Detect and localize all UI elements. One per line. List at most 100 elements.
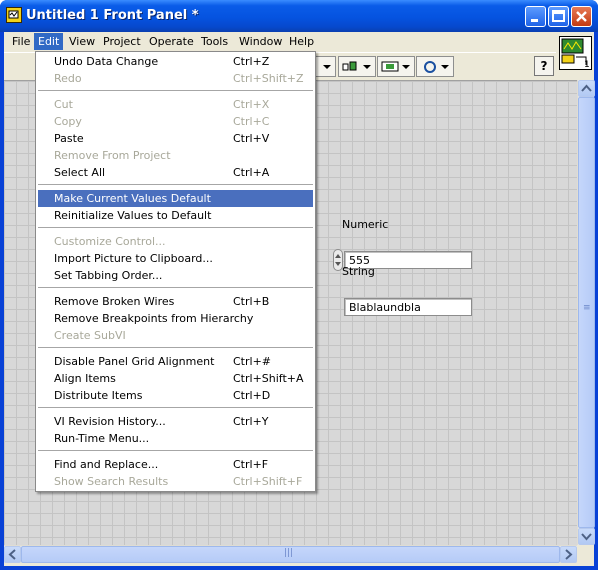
menu-item-label: Disable Panel Grid Alignment — [54, 355, 215, 368]
grip-icon: ||| — [284, 548, 294, 558]
minimize-button[interactable] — [525, 6, 546, 27]
menu-item-undo[interactable]: Undo Data Change Ctrl+Z — [38, 53, 313, 70]
menu-item-shortcut: Ctrl+# — [233, 355, 272, 368]
menu-separator — [38, 450, 313, 451]
string-control[interactable]: Blablaundbla — [344, 298, 472, 316]
menu-item-shortcut: Ctrl+Y — [233, 415, 269, 428]
menu-item-reinitialize-values[interactable]: Reinitialize Values to Default — [38, 207, 313, 224]
window-title: Untitled 1 Front Panel * — [26, 8, 199, 23]
menu-item-disable-grid-alignment[interactable]: Disable Panel Grid Alignment Ctrl+# — [38, 353, 313, 370]
menu-item-label: Create SubVI — [54, 329, 126, 342]
menu-item-shortcut: Ctrl+Z — [233, 55, 270, 68]
menu-item-paste[interactable]: Paste Ctrl+V — [38, 130, 313, 147]
menu-item-label: Paste — [54, 132, 84, 145]
menu-tools[interactable]: Tools — [197, 33, 232, 50]
menu-item-shortcut: Ctrl+Shift+Z — [233, 72, 304, 85]
menu-item-redo[interactable]: Redo Ctrl+Shift+Z — [38, 70, 313, 87]
title-bar[interactable]: Untitled 1 Front Panel * — [0, 0, 598, 32]
vertical-scroll-thumb[interactable]: ≡ — [578, 97, 595, 528]
menu-item-shortcut: Ctrl+F — [233, 458, 269, 471]
scroll-left-button[interactable] — [4, 546, 21, 563]
menu-item-label: Customize Control... — [54, 235, 166, 248]
menu-file[interactable]: File — [8, 33, 34, 50]
menu-item-customize-control[interactable]: Customize Control... — [38, 233, 313, 250]
menu-separator — [38, 347, 313, 348]
menu-separator — [38, 407, 313, 408]
menu-item-remove-breakpoints[interactable]: Remove Breakpoints from Hierarchy — [38, 310, 313, 327]
menu-item-shortcut: Ctrl+C — [233, 115, 270, 128]
distribute-objects-button[interactable] — [338, 56, 376, 77]
numeric-label: Numeric — [342, 218, 389, 231]
vi-icon: 1 — [561, 38, 590, 69]
maximize-icon — [552, 10, 565, 22]
menu-help[interactable]: Help — [285, 33, 318, 50]
scroll-right-button[interactable] — [560, 546, 577, 563]
menu-item-import-picture[interactable]: Import Picture to Clipboard... — [38, 250, 313, 267]
menu-item-shortcut: Ctrl+A — [233, 166, 270, 179]
resize-objects-icon — [381, 61, 410, 72]
menu-item-align-items[interactable]: Align Items Ctrl+Shift+A — [38, 370, 313, 387]
maximize-button[interactable] — [548, 6, 569, 27]
menu-item-shortcut: Ctrl+V — [233, 132, 270, 145]
resize-objects-button[interactable] — [377, 56, 415, 77]
menu-project[interactable]: Project — [99, 33, 145, 50]
menu-view[interactable]: View — [65, 33, 99, 50]
menu-item-label: Import Picture to Clipboard... — [54, 252, 213, 265]
menu-item-label: Set Tabbing Order... — [54, 269, 163, 282]
vi-connector-icon[interactable]: 1 — [559, 36, 592, 70]
menu-item-cut[interactable]: Cut Ctrl+X — [38, 96, 313, 113]
menu-item-run-time-menu[interactable]: Run-Time Menu... — [38, 430, 313, 447]
menu-item-label: Remove From Project — [54, 149, 171, 162]
string-label: String — [342, 265, 375, 278]
menu-item-shortcut: Ctrl+D — [233, 389, 271, 402]
menu-item-shortcut: Ctrl+B — [233, 295, 270, 308]
labview-app-icon[interactable] — [6, 7, 22, 23]
chevron-down-icon — [581, 533, 592, 541]
scroll-down-button[interactable] — [578, 528, 595, 545]
menu-item-label: Align Items — [54, 372, 116, 385]
menu-item-distribute-items[interactable]: Distribute Items Ctrl+D — [38, 387, 313, 404]
menu-item-label: Show Search Results — [54, 475, 169, 488]
chevron-left-icon — [8, 549, 16, 560]
menu-window[interactable]: Window — [235, 33, 286, 50]
chevron-right-icon — [565, 549, 573, 560]
menu-item-shortcut: Ctrl+X — [233, 98, 270, 111]
menu-edit[interactable]: Edit — [34, 33, 64, 50]
edit-menu-dropdown: Undo Data Change Ctrl+Z Redo Ctrl+Shift+Z … — [35, 51, 316, 492]
increment-decrement-icon — [335, 254, 341, 266]
vertical-scrollbar[interactable]: ≡ — [577, 80, 595, 545]
close-icon — [576, 11, 587, 22]
menu-item-create-subvi[interactable]: Create SubVI — [38, 327, 313, 344]
horizontal-scrollbar[interactable]: ||| — [4, 545, 577, 563]
menu-separator — [38, 287, 313, 288]
close-button[interactable] — [571, 6, 592, 27]
menu-item-select-all[interactable]: Select All Ctrl+A — [38, 164, 313, 181]
menu-item-label: Cut — [54, 98, 73, 111]
menu-item-label: VI Revision History... — [54, 415, 166, 428]
menu-operate[interactable]: Operate — [145, 33, 198, 50]
menu-item-label: Distribute Items — [54, 389, 143, 402]
menu-item-label: Redo — [54, 72, 82, 85]
scroll-up-button[interactable] — [578, 80, 595, 97]
reorder-icon — [424, 61, 449, 73]
menu-item-copy[interactable]: Copy Ctrl+C — [38, 113, 313, 130]
menu-item-show-search-results[interactable]: Show Search Results Ctrl+Shift+F — [38, 473, 313, 490]
menu-item-remove-broken-wires[interactable]: Remove Broken Wires Ctrl+B — [38, 293, 313, 310]
menu-item-label: Find and Replace... — [54, 458, 159, 471]
menu-item-vi-revision-history[interactable]: VI Revision History... Ctrl+Y — [38, 413, 313, 430]
menu-item-make-current-values-default[interactable]: Make Current Values Default — [38, 190, 313, 207]
menu-item-find-and-replace[interactable]: Find and Replace... Ctrl+F — [38, 456, 313, 473]
minimize-icon — [531, 19, 538, 22]
menu-item-remove-from-project[interactable]: Remove From Project — [38, 147, 313, 164]
menu-item-set-tabbing-order[interactable]: Set Tabbing Order... — [38, 267, 313, 284]
menu-item-shortcut: Ctrl+Shift+A — [233, 372, 304, 385]
menu-item-label: Select All — [54, 166, 106, 179]
menu-bar: File Edit View Project Operate Tools Win… — [4, 32, 556, 51]
horizontal-scroll-thumb[interactable]: ||| — [21, 546, 560, 563]
vi-number: 1 — [584, 60, 590, 69]
reorder-button[interactable] — [416, 56, 454, 77]
context-help-button[interactable]: ? — [534, 56, 554, 76]
menu-item-label: Run-Time Menu... — [54, 432, 150, 445]
menu-item-label: Copy — [54, 115, 82, 128]
menu-item-label: Remove Broken Wires — [54, 295, 175, 308]
